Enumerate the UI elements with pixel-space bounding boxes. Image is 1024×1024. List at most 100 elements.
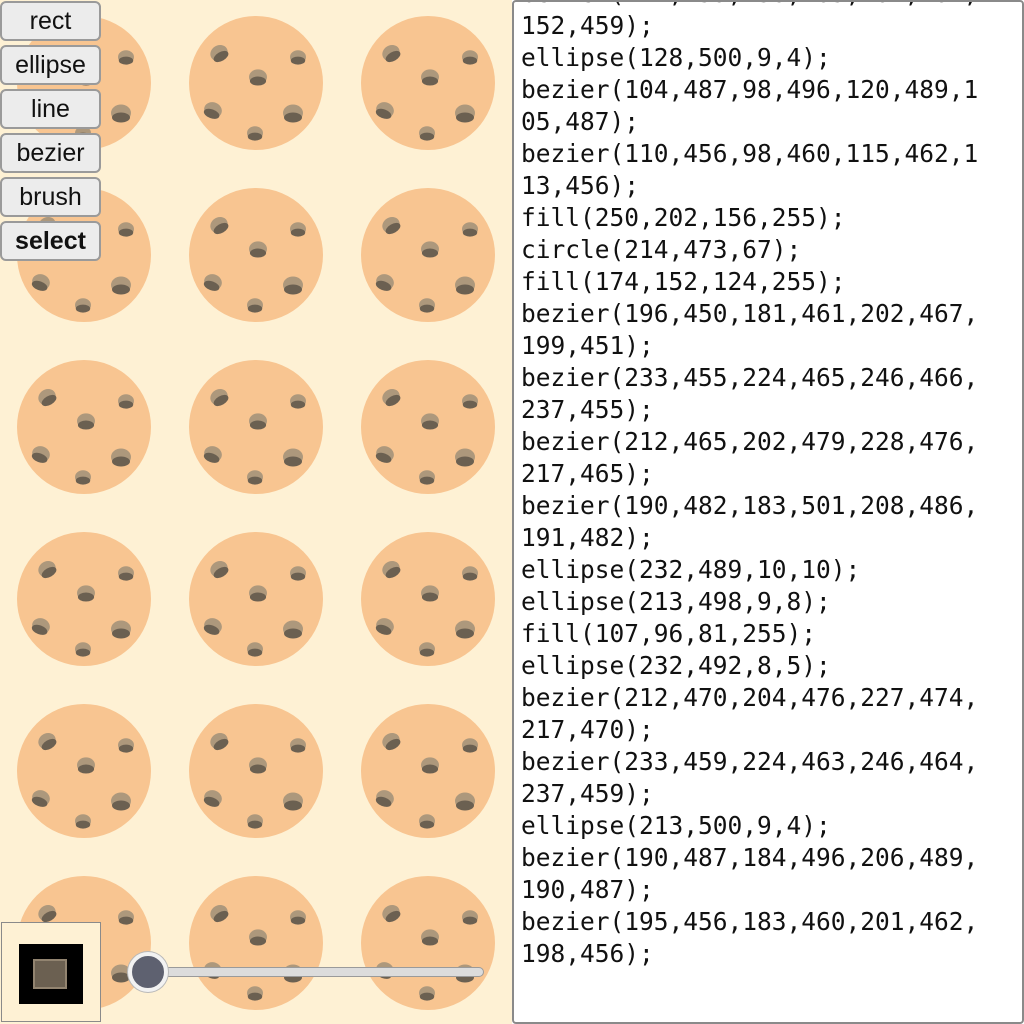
cookie (361, 16, 495, 150)
chocolate-chip (421, 69, 439, 86)
chocolate-chip (77, 585, 95, 602)
chip-shadow (421, 76, 439, 86)
chip-shadow (456, 284, 474, 295)
chip-shadow (112, 456, 130, 467)
chip-shadow (247, 820, 263, 829)
chip-shadow (247, 132, 263, 141)
chocolate-chip (283, 104, 303, 123)
chocolate-chip (247, 642, 263, 657)
chocolate-chip (118, 50, 134, 65)
chip-shadow (456, 628, 474, 639)
chocolate-chip (75, 298, 91, 313)
chocolate-chip (118, 394, 134, 409)
chip-shadow (419, 820, 435, 829)
rect-tool-button[interactable]: rect (0, 1, 101, 41)
chip-shadow (421, 592, 439, 602)
chip-shadow (118, 228, 134, 237)
chocolate-chip (462, 394, 478, 409)
chocolate-chip (111, 104, 131, 123)
cookie (361, 360, 495, 494)
chocolate-chip (249, 241, 267, 258)
chip-shadow (462, 56, 478, 65)
chocolate-chip (249, 929, 267, 946)
chocolate-chip (249, 413, 267, 430)
chocolate-chip (118, 738, 134, 753)
chip-shadow (456, 456, 474, 467)
color-swatch[interactable] (19, 944, 83, 1004)
chip-shadow (75, 304, 91, 313)
chip-shadow (419, 304, 435, 313)
chip-shadow (112, 800, 130, 811)
chocolate-chip (111, 276, 131, 295)
chocolate-chip (118, 910, 134, 925)
chocolate-chip (290, 910, 306, 925)
chip-shadow (118, 400, 134, 409)
chocolate-chip (419, 126, 435, 141)
chip-shadow (421, 248, 439, 258)
cookie (361, 188, 495, 322)
chip-shadow (419, 476, 435, 485)
color-picker[interactable] (1, 922, 101, 1022)
chip-shadow (462, 572, 478, 581)
chocolate-chip (77, 757, 95, 774)
chocolate-chip (462, 222, 478, 237)
slider-track[interactable] (128, 967, 484, 977)
chocolate-chip (455, 276, 475, 295)
chip-shadow (419, 132, 435, 141)
chocolate-chip (419, 470, 435, 485)
chip-shadow (290, 400, 306, 409)
code-text[interactable]: bezier(147,459,138,463,161,464, 152,459)… (521, 2, 1013, 970)
select-tool-button[interactable]: select (0, 221, 101, 261)
chocolate-chip (290, 222, 306, 237)
chip-shadow (118, 572, 134, 581)
chip-shadow (290, 228, 306, 237)
chip-shadow (118, 916, 134, 925)
cookie (17, 360, 151, 494)
chocolate-chip (75, 642, 91, 657)
chocolate-chip (118, 566, 134, 581)
chocolate-chip (455, 448, 475, 467)
chocolate-chip (462, 566, 478, 581)
chocolate-chip (283, 620, 303, 639)
brush-tool-button[interactable]: brush (0, 177, 101, 217)
chip-shadow (456, 800, 474, 811)
chip-shadow (462, 228, 478, 237)
chip-shadow (249, 764, 267, 774)
brush-size-slider[interactable] (128, 952, 488, 992)
fill-color-swatch (33, 959, 67, 989)
chip-shadow (247, 992, 263, 1001)
chocolate-chip (247, 298, 263, 313)
chip-shadow (462, 744, 478, 753)
chocolate-chip (290, 738, 306, 753)
chocolate-chip (421, 413, 439, 430)
chocolate-chip (118, 222, 134, 237)
chip-shadow (462, 916, 478, 925)
chocolate-chip (419, 642, 435, 657)
chocolate-chip (462, 738, 478, 753)
ellipse-tool-button[interactable]: ellipse (0, 45, 101, 85)
code-editor[interactable]: bezier(147,459,138,463,161,464, 152,459)… (512, 0, 1024, 1024)
chocolate-chip (421, 585, 439, 602)
chocolate-chip (111, 792, 131, 811)
chocolate-chip (290, 394, 306, 409)
chip-shadow (284, 284, 302, 295)
chocolate-chip (247, 126, 263, 141)
chocolate-chip (462, 50, 478, 65)
chip-shadow (249, 420, 267, 430)
cookie (189, 16, 323, 150)
chocolate-chip (111, 448, 131, 467)
chip-shadow (75, 648, 91, 657)
chip-shadow (247, 304, 263, 313)
chip-shadow (249, 248, 267, 258)
chocolate-chip (290, 50, 306, 65)
chocolate-chip (247, 814, 263, 829)
chocolate-chip (290, 566, 306, 581)
bezier-tool-button[interactable]: bezier (0, 133, 101, 173)
line-tool-button[interactable]: line (0, 89, 101, 129)
slider-thumb[interactable] (128, 952, 168, 992)
chip-shadow (75, 820, 91, 829)
chip-shadow (421, 764, 439, 774)
chocolate-chip (421, 757, 439, 774)
chip-shadow (456, 112, 474, 123)
chip-shadow (75, 476, 91, 485)
